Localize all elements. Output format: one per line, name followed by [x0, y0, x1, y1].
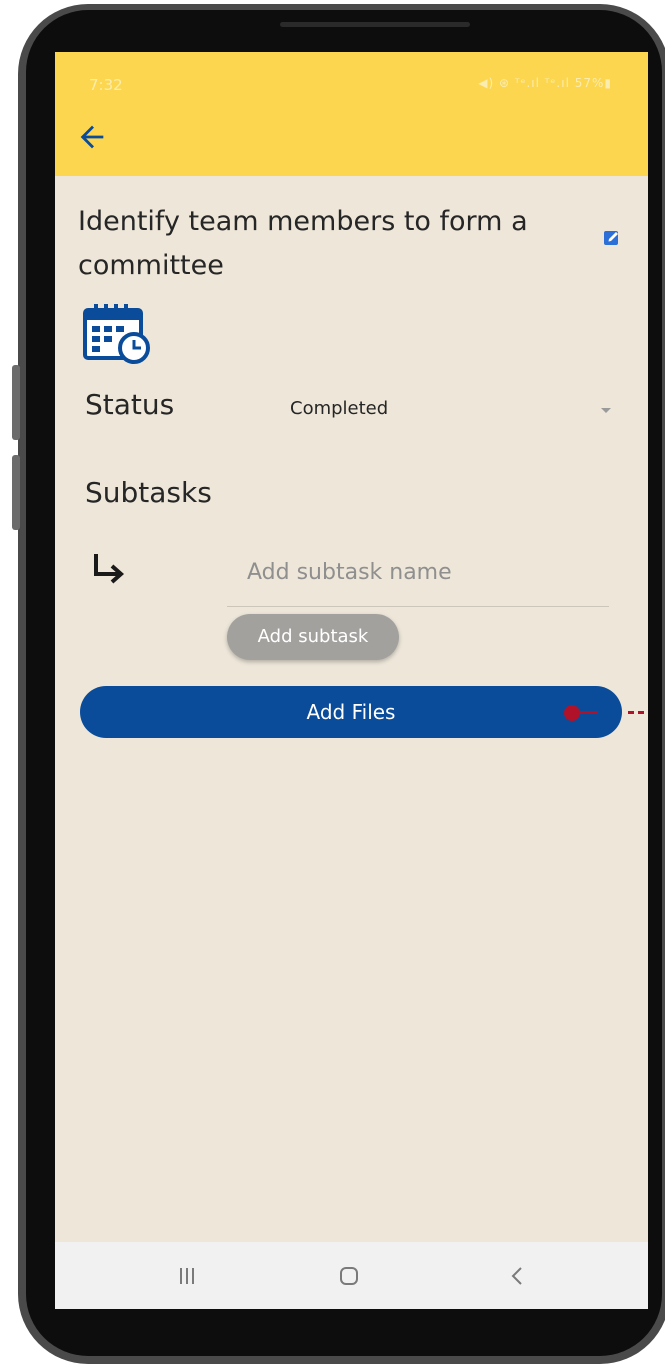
- status-dropdown-value: Completed: [290, 398, 389, 419]
- speaker-grille: [280, 22, 470, 27]
- app-bar: 7:32 ◀) ⊛ ᵀᵉ.ıl ᵀᵉ.ıl 57%▮: [55, 52, 648, 176]
- status-label: Status: [85, 388, 175, 421]
- subtasks-label: Subtasks: [85, 476, 212, 509]
- recents-icon[interactable]: [162, 1256, 212, 1296]
- calendar-clock-icon: [83, 304, 150, 364]
- status-dropdown[interactable]: Completed: [285, 388, 615, 432]
- app-screen: 7:32 ◀) ⊛ ᵀᵉ.ıl ᵀᵉ.ıl 57%▮ Identify team…: [55, 52, 648, 1309]
- status-indicators: ◀) ⊛ ᵀᵉ.ıl ᵀᵉ.ıl 57%▮: [478, 76, 612, 90]
- volume-down-button: [12, 455, 20, 530]
- task-title: Identify team members to form a committe…: [78, 206, 528, 281]
- annotation-marker-line: [578, 711, 598, 714]
- subtask-name-input[interactable]: [227, 550, 609, 594]
- home-icon[interactable]: [324, 1256, 374, 1296]
- edit-checkbox-icon[interactable]: [603, 228, 621, 246]
- volume-up-button: [12, 365, 20, 440]
- subdirectory-arrow-icon: [94, 554, 125, 584]
- chevron-left-icon[interactable]: [492, 1256, 542, 1296]
- add-files-button[interactable]: Add Files: [80, 686, 622, 738]
- annotation-leader-line: [628, 711, 648, 714]
- subtask-input-field: [227, 550, 609, 607]
- status-time: 7:32: [89, 76, 123, 94]
- add-subtask-button[interactable]: Add subtask: [227, 614, 399, 660]
- system-nav-bar: [55, 1242, 648, 1309]
- arrow-left-icon[interactable]: [75, 120, 109, 154]
- caret-down-icon: [601, 408, 611, 413]
